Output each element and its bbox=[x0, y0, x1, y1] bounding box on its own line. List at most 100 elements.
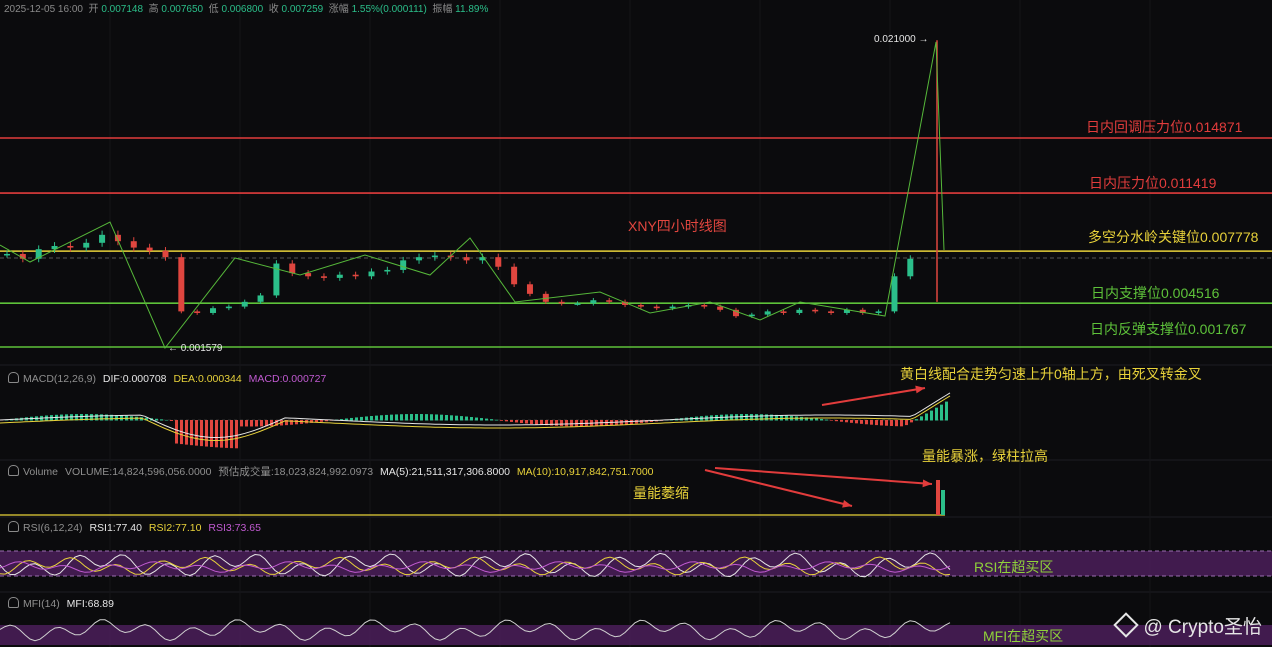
candle bbox=[606, 300, 613, 302]
chart-title: XNY四小时线图 bbox=[628, 218, 727, 234]
macd-bar bbox=[240, 420, 243, 427]
macd-bar bbox=[190, 420, 193, 446]
macd-bar bbox=[760, 414, 763, 421]
volume-note-low: 量能萎缩 bbox=[633, 485, 689, 501]
macd-bar bbox=[535, 420, 538, 425]
macd-bar bbox=[925, 413, 928, 421]
macd-bar bbox=[320, 420, 323, 422]
macd-bar bbox=[485, 418, 488, 421]
macd-bar bbox=[505, 420, 508, 422]
macd-bar bbox=[510, 420, 513, 422]
macd-bar bbox=[765, 414, 768, 421]
candle bbox=[891, 276, 898, 312]
macd-bar bbox=[445, 414, 448, 421]
macd-bar bbox=[100, 414, 103, 421]
macd-bar bbox=[210, 420, 213, 447]
candle bbox=[178, 257, 185, 312]
macd-bar bbox=[845, 420, 848, 423]
macd-bar bbox=[355, 417, 358, 421]
alert-bell-icon[interactable] bbox=[8, 465, 19, 476]
macd-note: 黄白线配合走势匀速上升0轴上方，由死叉转金叉 bbox=[900, 366, 1202, 382]
rsi-header: RSI(6,12,24) RSI1:77.40 RSI2:77.10 RSI3:… bbox=[0, 521, 265, 534]
mfi-header: MFI(14) MFI:68.89 bbox=[0, 597, 118, 610]
macd-bar bbox=[480, 418, 483, 421]
macd-bar bbox=[855, 420, 858, 424]
macd-bar bbox=[250, 420, 253, 427]
candle bbox=[146, 247, 153, 251]
macd-bar bbox=[155, 418, 158, 421]
candle bbox=[590, 300, 597, 304]
candle bbox=[875, 311, 882, 313]
watermark: @ Crypto圣怡 bbox=[1113, 612, 1262, 639]
candle bbox=[416, 257, 423, 261]
candle bbox=[130, 241, 137, 248]
macd-bar bbox=[850, 420, 853, 423]
candle bbox=[907, 258, 914, 277]
mfi-note: MFI在超买区 bbox=[983, 628, 1064, 644]
price-chart bbox=[0, 0, 1272, 647]
candle bbox=[463, 257, 470, 261]
candle bbox=[796, 309, 803, 313]
level-label-4: 日内反弹支撑位0.001767 bbox=[1090, 321, 1247, 337]
macd-bar bbox=[560, 420, 563, 427]
macd-arrow-head bbox=[915, 385, 925, 394]
candle bbox=[225, 306, 232, 309]
macd-bar bbox=[245, 420, 248, 427]
high-price-mark: 0.021000 → bbox=[874, 34, 929, 45]
alert-bell-icon[interactable] bbox=[8, 372, 19, 383]
macd-bar bbox=[225, 420, 228, 448]
volume-arrow-high bbox=[714, 467, 933, 485]
macd-bar bbox=[945, 401, 948, 421]
alert-bell-icon[interactable] bbox=[8, 597, 19, 608]
macd-bar bbox=[530, 420, 533, 424]
candle bbox=[812, 309, 819, 312]
macd-bar bbox=[875, 420, 878, 426]
rsi-overbought-zone bbox=[0, 551, 1272, 576]
macd-bar bbox=[490, 419, 493, 421]
macd-bar bbox=[840, 420, 843, 422]
macd-bar bbox=[430, 414, 433, 421]
macd-bar bbox=[205, 420, 208, 447]
volume-bar bbox=[941, 490, 945, 515]
macd-bar bbox=[920, 416, 923, 421]
macd-bar bbox=[830, 420, 833, 421]
macd-bar bbox=[525, 420, 528, 424]
macd-header: MACD(12,26,9) DIF:0.000708 DEA:0.000344 … bbox=[0, 372, 330, 385]
macd-bar bbox=[450, 415, 453, 421]
macd-bar bbox=[415, 414, 418, 421]
candle bbox=[210, 308, 217, 313]
level-label-2: 多空分水岭关键位0.007778 bbox=[1088, 229, 1259, 245]
macd-bar bbox=[220, 420, 223, 448]
alert-bell-icon[interactable] bbox=[8, 521, 19, 532]
macd-bar bbox=[820, 418, 823, 421]
candle bbox=[289, 263, 296, 274]
macd-bar bbox=[235, 420, 238, 449]
macd-bar bbox=[435, 414, 438, 421]
macd-bar bbox=[365, 416, 368, 421]
macd-bar bbox=[465, 416, 468, 421]
macd-bar bbox=[380, 415, 383, 421]
candle bbox=[637, 305, 644, 307]
macd-bar bbox=[420, 414, 423, 421]
macd-bar bbox=[890, 420, 893, 426]
candle bbox=[828, 311, 835, 313]
macd-bar bbox=[385, 414, 388, 421]
macd-bar bbox=[870, 420, 873, 425]
macd-bar bbox=[405, 414, 408, 421]
macd-bar bbox=[200, 420, 203, 447]
macd-bar bbox=[470, 417, 473, 421]
macd-bar bbox=[215, 420, 218, 448]
candle bbox=[194, 311, 201, 313]
macd-bar bbox=[375, 415, 378, 421]
macd-bar bbox=[940, 404, 943, 421]
macd-bar bbox=[475, 417, 478, 421]
macd-bar bbox=[175, 420, 178, 444]
candle bbox=[653, 306, 660, 309]
macd-bar bbox=[565, 420, 568, 427]
candle bbox=[67, 245, 74, 248]
candle bbox=[352, 274, 359, 277]
candle bbox=[701, 305, 708, 307]
macd-arrow bbox=[821, 387, 926, 406]
macd-bar bbox=[360, 416, 363, 421]
volume-header: Volume VOLUME:14,824,596,056.0000 预估成交量:… bbox=[0, 464, 658, 479]
